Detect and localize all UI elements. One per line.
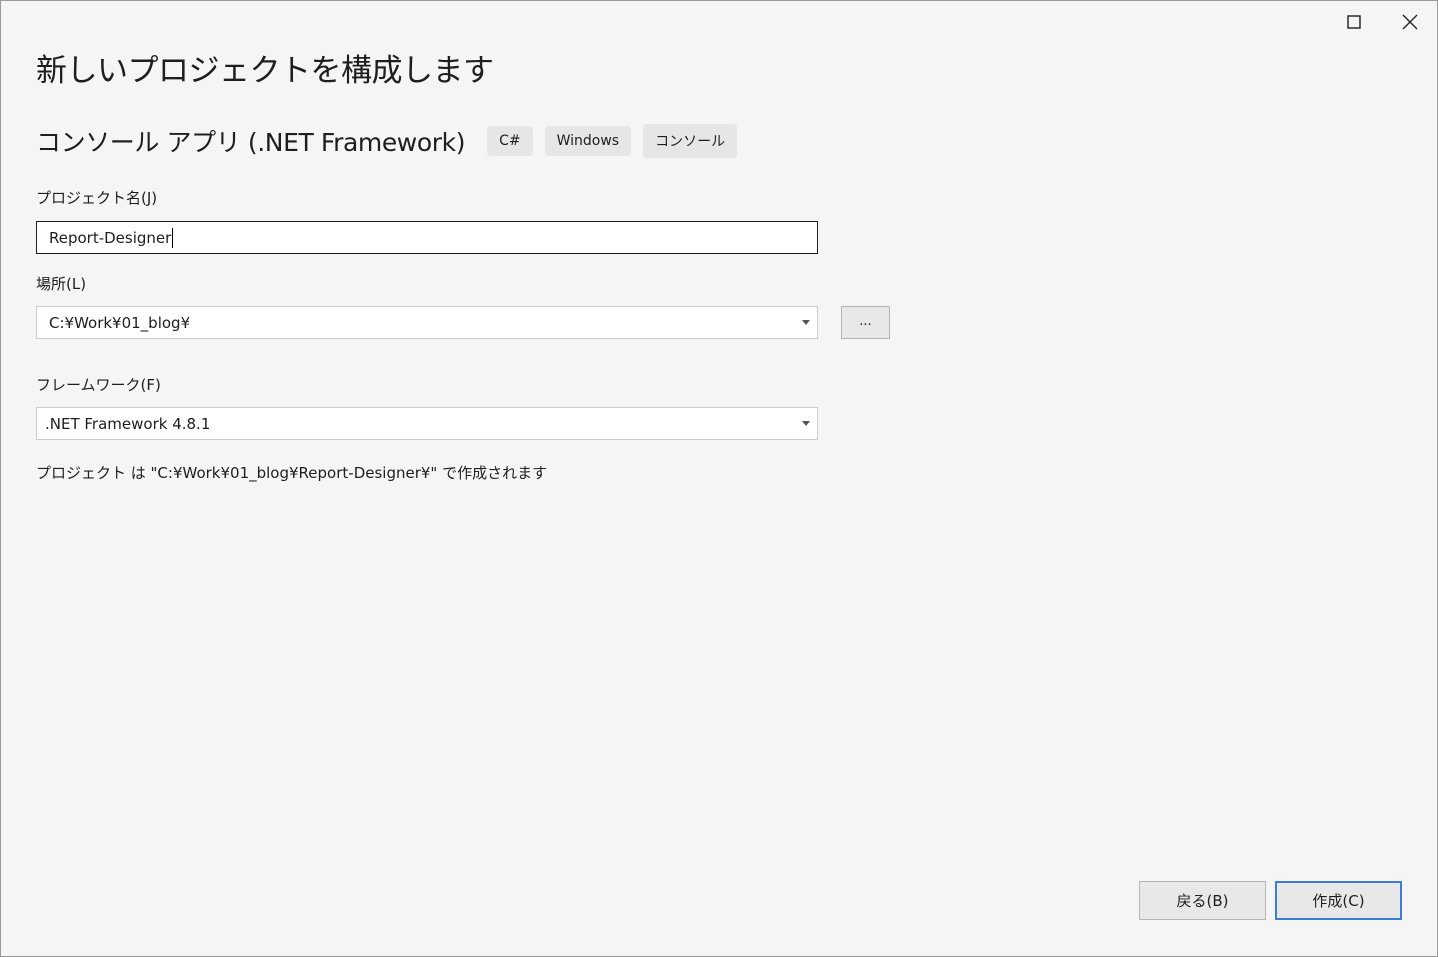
tag-project-type: コンソール [643, 124, 738, 158]
dropdown-arrow-icon[interactable] [795, 421, 817, 426]
project-name-input[interactable]: Report-Designer [36, 221, 818, 254]
location-value: C:¥Work¥01_blog¥ [49, 313, 191, 332]
page-title: 新しいプロジェクトを構成します [36, 53, 494, 89]
location-combobox[interactable]: C:¥Work¥01_blog¥ [36, 306, 818, 339]
maximize-icon [1347, 15, 1361, 29]
template-name: コンソール アプリ (.NET Framework) [36, 128, 466, 157]
project-path-info: プロジェクト は "C:¥Work¥01_blog¥Report-Designe… [36, 464, 548, 482]
project-name-value: Report-Designer [49, 228, 172, 247]
framework-combobox[interactable]: .NET Framework 4.8.1 [36, 407, 818, 440]
close-button[interactable] [1387, 5, 1433, 39]
dialog-window: 新しいプロジェクトを構成します コンソール アプリ (.NET Framewor… [0, 0, 1438, 957]
project-name-label: プロジェクト名(J) [36, 189, 158, 207]
dropdown-arrow-icon[interactable] [795, 320, 817, 325]
browse-button[interactable]: ... [841, 306, 890, 339]
maximize-button[interactable] [1331, 5, 1377, 39]
location-label: 場所(L) [36, 275, 87, 293]
tag-language: C# [487, 126, 533, 156]
create-button[interactable]: 作成(C) [1275, 881, 1402, 920]
framework-value: .NET Framework 4.8.1 [45, 414, 211, 433]
framework-label: フレームワーク(F) [36, 376, 161, 394]
tag-platform: Windows [544, 126, 632, 156]
template-header: コンソール アプリ (.NET Framework) C# Windows コン… [36, 123, 749, 159]
text-caret [172, 227, 174, 248]
back-button[interactable]: 戻る(B) [1139, 881, 1266, 920]
close-icon [1402, 14, 1418, 30]
